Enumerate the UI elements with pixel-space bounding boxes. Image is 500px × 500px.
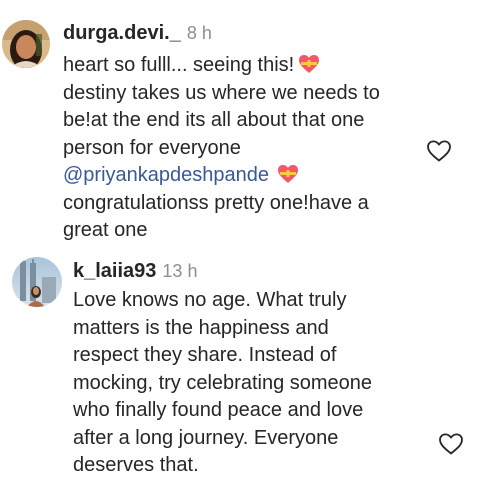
comment-line: great one (63, 219, 148, 241)
comment-text: Love knows no age. What truly matters is… (73, 287, 453, 480)
comment-line: congratulationss pretty one!have a (63, 191, 369, 214)
comment-text: heart so fulll... seeing this! destiny t… (63, 52, 463, 245)
comment-item: durga.devi._ 8 h heart so fulll... seeing… (0, 0, 500, 250)
avatar[interactable] (2, 20, 50, 68)
comment-line: heart so fulll... seeing this! (63, 52, 463, 80)
comment-line: matters is the happiness and (73, 316, 329, 339)
comment-header: k_laiia93 13 h (73, 260, 197, 283)
comment-line: destiny takes us where we needs to (63, 81, 380, 104)
username[interactable]: k_laiia93 (73, 260, 156, 282)
comment-line: be!at the end its all about that one (63, 109, 365, 131)
comment-line: respect they share. Instead of (73, 344, 337, 366)
comment-line: Love knows no age. What truly (73, 289, 347, 311)
mention-link[interactable]: @priyankapdeshpande (63, 164, 269, 186)
like-button[interactable] (426, 139, 452, 163)
timestamp[interactable]: 8 h (187, 23, 212, 43)
timestamp[interactable]: 13 h (162, 261, 197, 281)
heart-with-ribbon-icon (298, 54, 320, 74)
comment-item: k_laiia93 13 h Love knows no age. What tr… (0, 250, 500, 500)
like-button[interactable] (438, 432, 464, 456)
comment-line: who finally found peace and love (73, 399, 364, 421)
username[interactable]: durga.devi._ (63, 22, 181, 44)
comment-line: person for everyone (63, 136, 241, 159)
heart-outline-icon (427, 140, 451, 162)
comment-line: @priyankapdeshpande (63, 162, 463, 190)
comment-header: durga.devi._ 8 h (63, 22, 212, 45)
heart-with-ribbon-icon (277, 164, 299, 184)
comment-line: mocking, try celebrating someone (73, 371, 373, 394)
heart-outline-icon (439, 433, 463, 455)
comment-line: after a long journey. Everyone (73, 426, 339, 449)
comment-line: deserves that. (73, 454, 199, 476)
avatar[interactable] (12, 257, 62, 307)
